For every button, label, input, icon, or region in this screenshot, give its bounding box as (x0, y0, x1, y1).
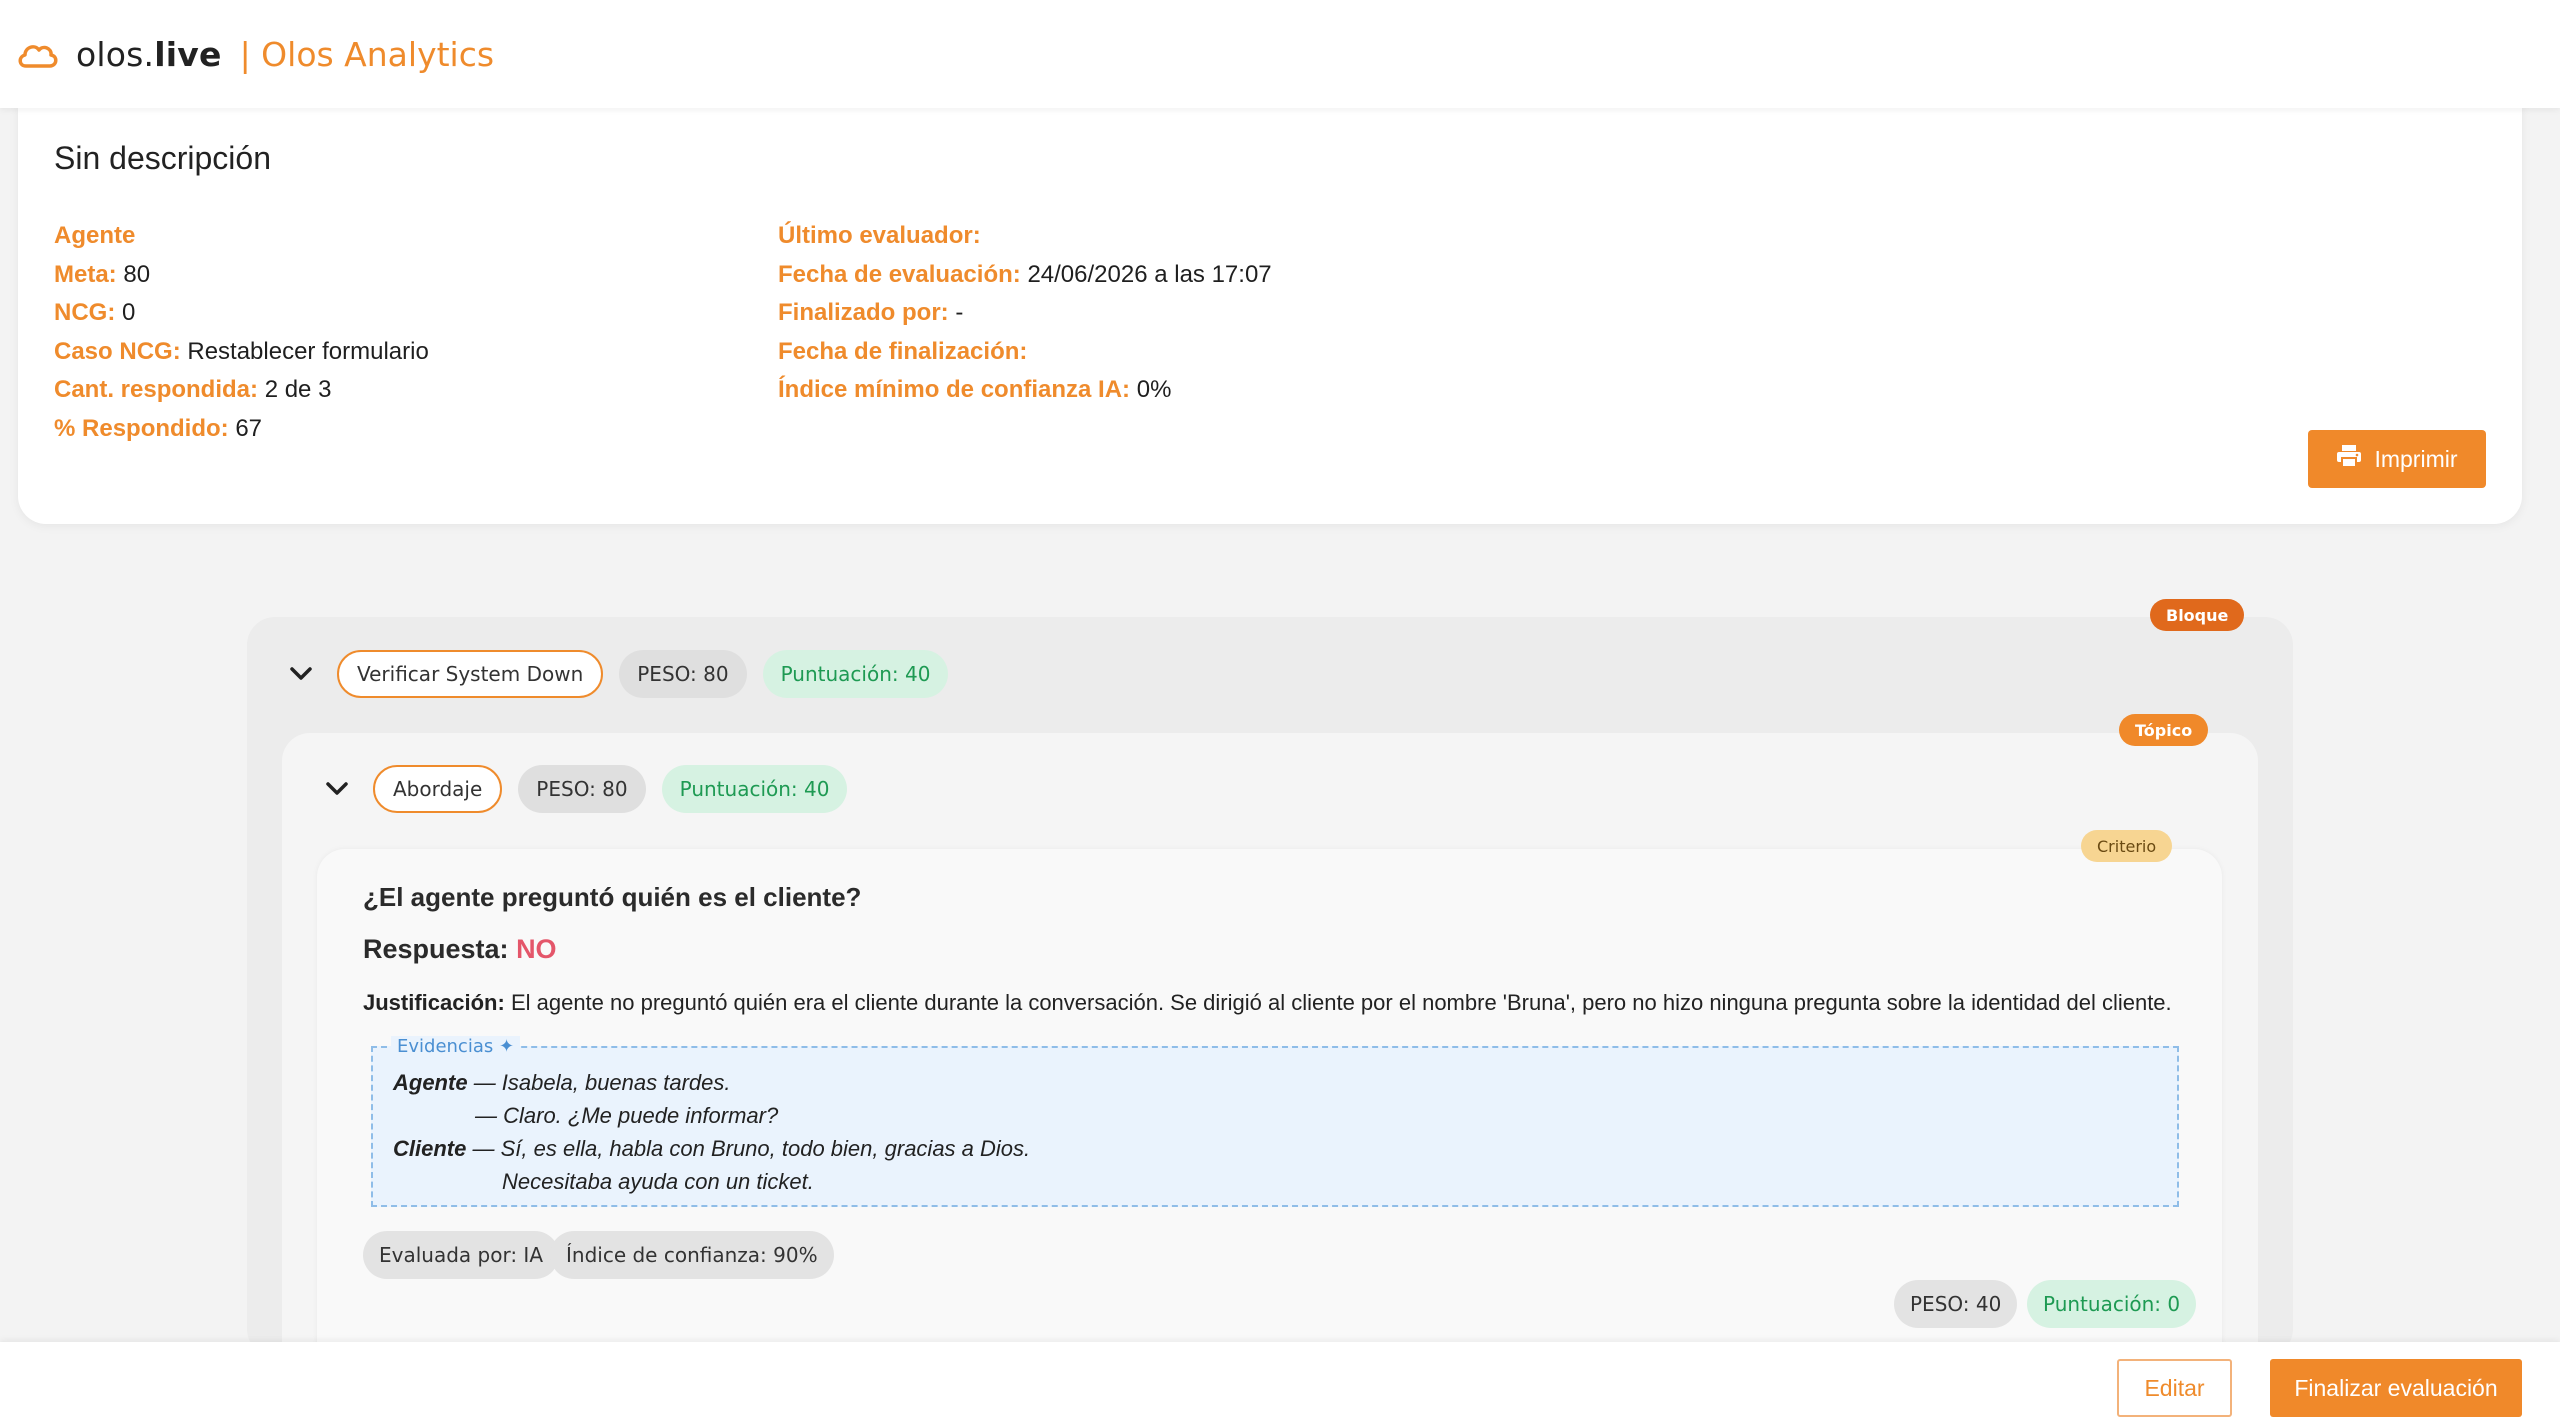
evidence-line: — Claro. ¿Me puede informar? (475, 1103, 779, 1128)
block-weight-pill: PESO: 80 (619, 650, 747, 698)
evidence-box: Evidencias ✦ Agente — Isabela, buenas ta… (371, 1036, 2179, 1207)
cloud-logo-icon (16, 39, 60, 69)
criterion-justification: Justificación: El agente no preguntó qui… (363, 990, 2172, 1015)
info-agent: Agente (54, 222, 136, 249)
top-bar: olos.live | Olos Analytics (0, 0, 2560, 108)
info-min-ai-confidence: Índice mínimo de confianza IA: 0% (778, 376, 1172, 403)
topic-score-pill: Puntuación: 40 (661, 765, 848, 813)
topic-header: Abordaje PESO: 80 Puntuación: 40 (317, 765, 848, 813)
answer-value: NO (516, 934, 557, 964)
confidence-pill: Índice de confianza: 90% (550, 1231, 834, 1279)
info-answered-percent: % Respondido: 67 (54, 414, 263, 442)
evidence-line: Necesitaba ayuda con un ticket. (502, 1169, 814, 1194)
summary-title: Sin descripción (54, 140, 271, 176)
evaluated-by-pill: Evaluada por: IA (363, 1231, 560, 1279)
brand-logo-text[interactable]: olos.live (76, 35, 222, 74)
criterion-answer: Respuesta: NO (363, 934, 557, 964)
chevron-down-icon[interactable] (317, 769, 357, 809)
evidence-line: Cliente — Sí, es ella, habla con Bruno, … (393, 1136, 1031, 1161)
info-evaluation-date: Fecha de evaluación: 24/06/2026 a las 17… (778, 260, 1272, 288)
criterion-weight-pill: PESO: 40 (1894, 1280, 2018, 1328)
info-answered-count: Cant. respondida: 2 de 3 (54, 376, 332, 403)
evaluation-summary-card: Sin descripción Agente Meta: 80 NCG: 0 C… (18, 100, 2522, 524)
edit-button[interactable]: Editar (2117, 1359, 2232, 1417)
info-ncg-case: Caso NCG: Restablecer formulario (54, 337, 429, 365)
block-header: Verificar System Down PESO: 80 Puntuació… (281, 650, 949, 698)
info-last-evaluator: Último evaluador: (778, 222, 981, 249)
block-tag: Bloque (2150, 599, 2245, 631)
info-finished-by: Finalizado por: - (778, 299, 964, 326)
chevron-down-icon[interactable] (281, 654, 321, 694)
evidence-line: Agente — Isabela, buenas tardes. (393, 1070, 731, 1095)
topic-name-pill[interactable]: Abordaje (373, 765, 503, 813)
finish-evaluation-button[interactable]: Finalizar evaluación (2270, 1359, 2522, 1417)
block-name-pill[interactable]: Verificar System Down (337, 650, 604, 698)
printer-icon (2336, 444, 2362, 474)
summary-info-right: Último evaluador: Fecha de evaluación: 2… (778, 217, 1272, 410)
topic-weight-pill: PESO: 80 (518, 765, 646, 813)
evidence-label: Evidencias ✦ (391, 1036, 521, 1057)
info-finish-date: Fecha de finalización: (778, 337, 1028, 365)
topic-tag: Tópico (2119, 714, 2209, 746)
print-button-label: Imprimir (2374, 445, 2458, 472)
bottom-action-bar: Editar Finalizar evaluación (0, 1342, 2560, 1426)
print-button[interactable]: Imprimir (2308, 430, 2486, 488)
product-name: | Olos Analytics (239, 34, 495, 74)
criterion-score-pill: Puntuación: 0 (2027, 1280, 2197, 1328)
info-ncg: NCG: 0 (54, 299, 136, 326)
criterion-question: ¿El agente preguntó quién es el cliente? (363, 882, 862, 912)
block-score-pill: Puntuación: 40 (762, 650, 949, 698)
info-goal: Meta: 80 (54, 260, 151, 288)
summary-info-left: Agente Meta: 80 NCG: 0 Caso NCG: Restabl… (54, 217, 429, 448)
criterion-tag: Criterio (2081, 830, 2173, 862)
